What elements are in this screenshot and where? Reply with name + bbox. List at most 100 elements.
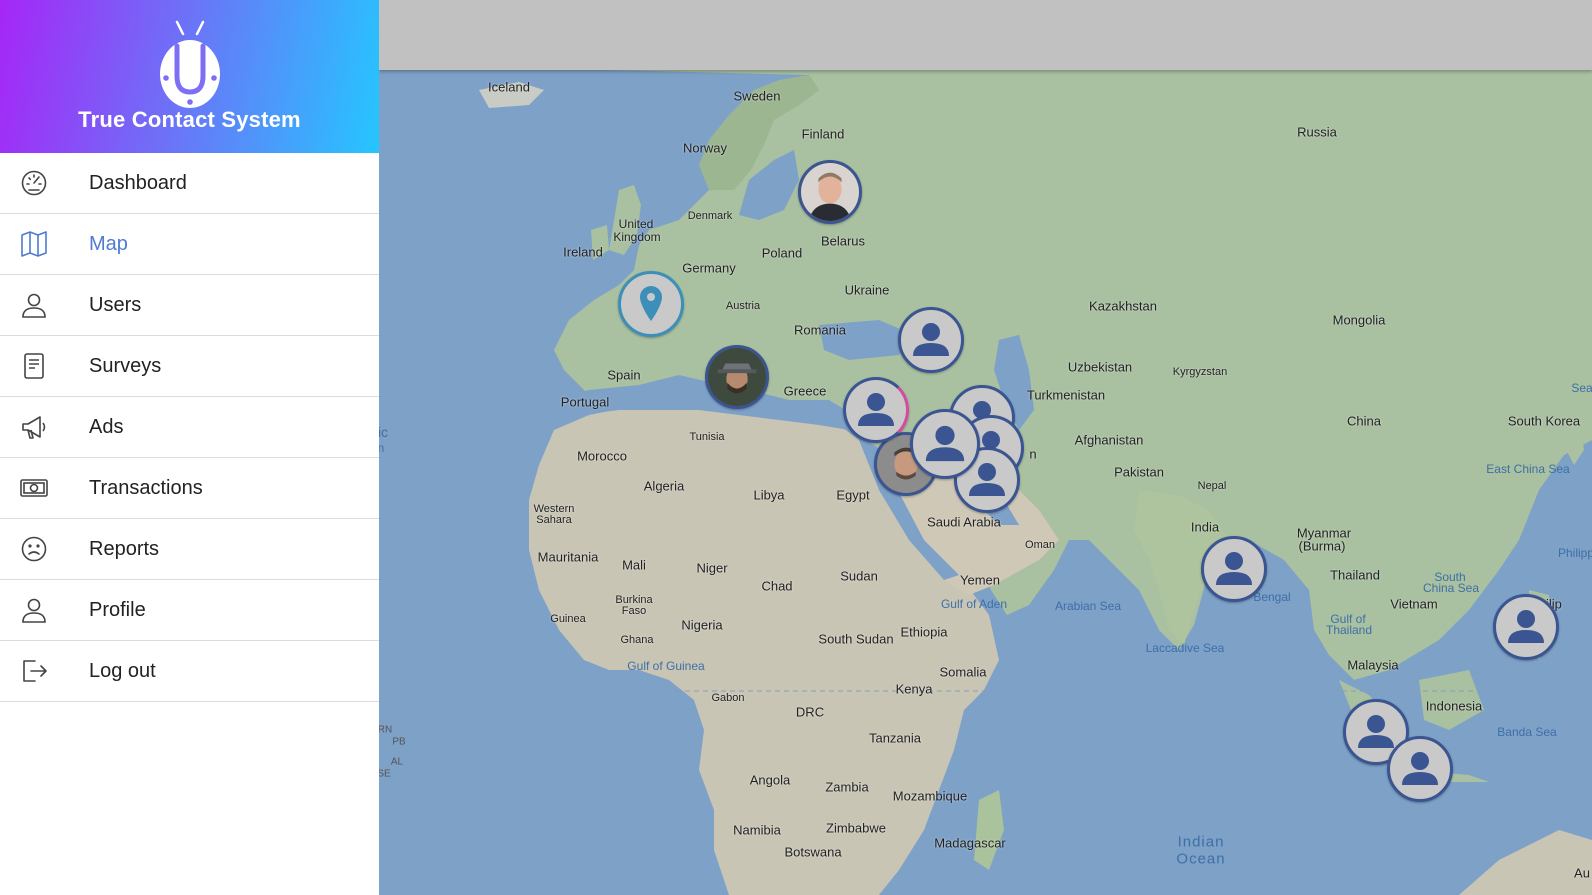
label-myanmar-line2: (Burma): [1298, 538, 1346, 554]
label-mali: Mali: [622, 557, 646, 573]
menu-item-surveys[interactable]: Surveys: [0, 336, 379, 397]
label-mauritania: Mauritania: [537, 549, 599, 565]
label-spain: Spain: [607, 367, 641, 383]
banknote-icon: [20, 479, 48, 497]
label-gulf-of-guinea: Gulf of Guinea: [627, 659, 705, 673]
menu-item-users[interactable]: Users: [0, 275, 379, 336]
label-pb: PB: [392, 736, 406, 748]
label-oman: Oman: [1025, 539, 1055, 551]
label-tunisia: Tunisia: [689, 431, 725, 443]
user-icon: [22, 598, 46, 623]
label-finland: Finland: [801, 126, 845, 142]
label-namibia: Namibia: [733, 822, 781, 838]
label-afghanistan: Afghanistan: [1074, 432, 1144, 448]
label-indonesia: Indonesia: [1425, 698, 1483, 714]
label-sudan: Sudan: [840, 568, 878, 584]
label-ethiopia: Ethiopia: [900, 624, 948, 640]
map-icon: [21, 231, 47, 257]
label-belarus: Belarus: [820, 233, 866, 249]
label-kyrgyzstan: Kyrgyzstan: [1172, 366, 1228, 378]
label-austria: Austria: [725, 300, 761, 312]
label-fragment-n: n: [1029, 446, 1037, 462]
menu-item-profile[interactable]: Profile: [0, 580, 379, 641]
label-madagascar: Madagascar: [934, 835, 1006, 851]
location-pin-icon: [640, 286, 662, 321]
label-romania: Romania: [793, 322, 847, 338]
menu-label-profile: Profile: [89, 599, 146, 621]
label-egypt: Egypt: [836, 487, 870, 503]
label-iceland: Iceland: [488, 79, 530, 95]
label-kazakhstan: Kazakhstan: [1089, 298, 1157, 314]
sad-face-icon: [21, 536, 47, 562]
label-botswana: Botswana: [784, 844, 842, 860]
label-nepal: Nepal: [1197, 480, 1227, 492]
label-zambia: Zambia: [825, 779, 869, 795]
label-ghana: Ghana: [620, 634, 654, 646]
user-marker[interactable]: [1493, 594, 1559, 660]
user-marker[interactable]: [843, 377, 909, 443]
label-mozambique: Mozambique: [892, 788, 968, 804]
map-view[interactable]: Iceland Sweden Finland Norway Russia Uni…: [379, 70, 1592, 895]
user-avatar-icon: [925, 425, 965, 462]
label-south-korea: South Korea: [1507, 413, 1581, 429]
user-icon: [22, 293, 46, 318]
label-laccadive-sea: Laccadive Sea: [1145, 641, 1225, 655]
label-uk-line1: United: [618, 217, 654, 231]
megaphone-icon: [22, 416, 46, 439]
label-se: SE: [379, 768, 391, 780]
label-ukraine: Ukraine: [844, 282, 890, 298]
label-portugal: Portugal: [560, 394, 610, 410]
label-banda-sea: Banda Sea: [1497, 725, 1557, 739]
label-east-china-sea: East China Sea: [1486, 462, 1570, 476]
label-arabian-sea: Arabian Sea: [1054, 599, 1122, 613]
user-avatar-icon: [1402, 752, 1438, 785]
user-marker[interactable]: [898, 307, 964, 373]
user-photo-marker[interactable]: [798, 160, 862, 224]
label-atlantic-fragment-1: ic: [379, 424, 389, 440]
user-photo-marker[interactable]: [705, 345, 769, 409]
label-ireland: Ireland: [563, 244, 603, 260]
user-avatar-icon: [858, 393, 894, 426]
label-morocco: Morocco: [577, 448, 627, 464]
label-south-china-sea-line2: China Sea: [1422, 581, 1480, 595]
logout-icon: [23, 660, 47, 682]
label-germany: Germany: [682, 260, 736, 276]
menu-label-surveys: Surveys: [89, 355, 162, 377]
label-al: AL: [390, 756, 404, 768]
label-algeria: Algeria: [643, 478, 685, 494]
label-india: India: [1190, 519, 1220, 535]
user-marker[interactable]: [1201, 536, 1267, 602]
location-pin-marker[interactable]: [618, 271, 684, 337]
label-denmark: Denmark: [687, 210, 733, 222]
menu-label-transactions: Transactions: [89, 477, 203, 499]
label-angola: Angola: [749, 772, 791, 788]
label-western-sahara-line2: Sahara: [536, 514, 572, 526]
user-marker[interactable]: [910, 409, 980, 479]
label-vietnam: Vietnam: [1390, 596, 1438, 612]
menu-item-map[interactable]: Map: [0, 214, 379, 275]
label-turkmenistan: Turkmenistan: [1026, 387, 1106, 403]
menu-item-dashboard[interactable]: Dashboard: [0, 153, 379, 214]
menu-item-reports[interactable]: Reports: [0, 519, 379, 580]
label-russia: Russia: [1297, 124, 1337, 140]
label-pakistan: Pakistan: [1114, 464, 1164, 480]
user-avatar-icon: [1216, 552, 1252, 585]
user-avatar-icon: [1508, 610, 1544, 643]
label-bay-of-bengal-fragment: Bengal: [1253, 590, 1291, 604]
label-thailand: Thailand: [1330, 567, 1380, 583]
menu-item-ads[interactable]: Ads: [0, 397, 379, 458]
label-greece: Greece: [783, 383, 827, 399]
label-burkina-line2: Faso: [621, 605, 647, 617]
menu-item-logout[interactable]: Log out: [0, 641, 379, 702]
label-sea-fragment: Sea: [1571, 381, 1592, 395]
app-window: True Contact System Dashboard Map Users: [0, 0, 1592, 895]
user-marker[interactable]: [1387, 736, 1453, 802]
label-indian-ocean-line2: Ocean: [1176, 850, 1226, 868]
top-bar: [379, 0, 1592, 70]
label-tanzania: Tanzania: [868, 730, 922, 746]
label-poland: Poland: [761, 245, 803, 261]
label-norway: Norway: [682, 140, 728, 156]
app-title: True Contact System: [78, 107, 301, 132]
label-south-sudan: South Sudan: [818, 631, 894, 647]
menu-item-transactions[interactable]: Transactions: [0, 458, 379, 519]
